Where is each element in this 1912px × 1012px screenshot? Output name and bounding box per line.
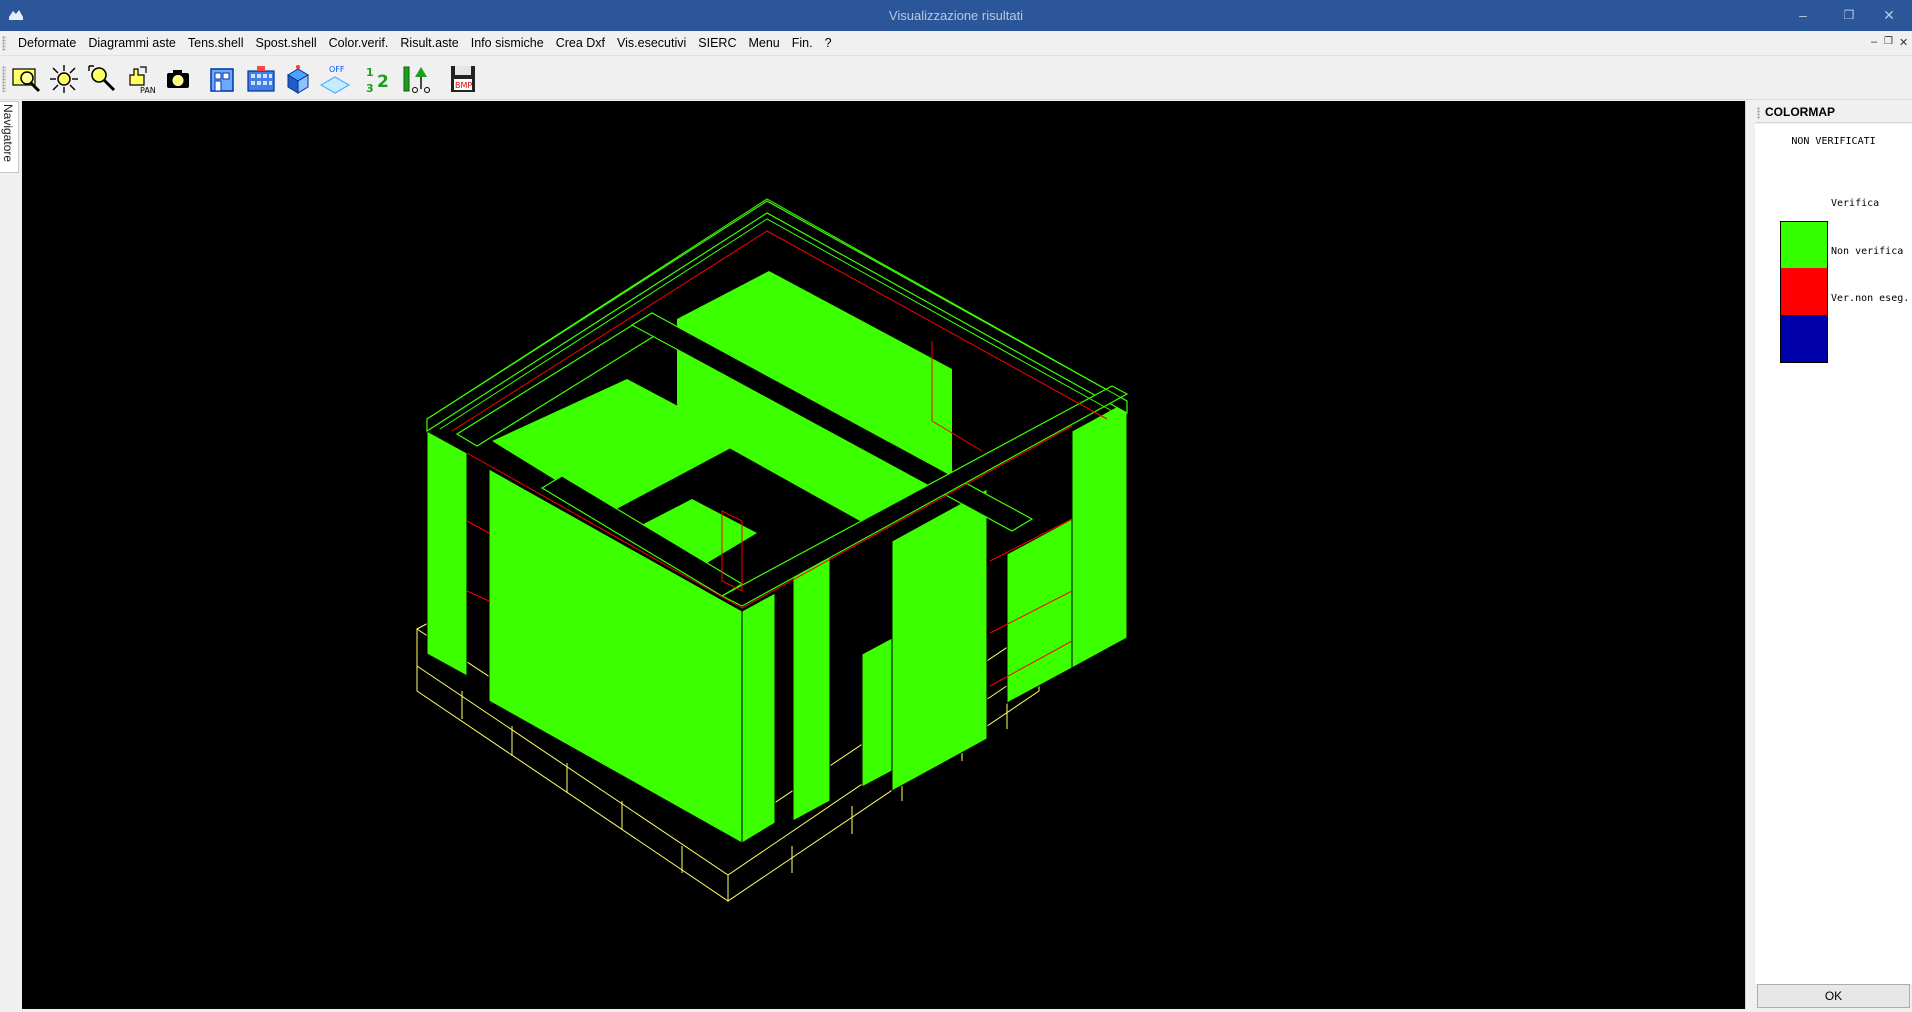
camera-icon[interactable] (161, 62, 195, 96)
menu-deformate[interactable]: Deformate (12, 31, 82, 56)
save-bmp-icon[interactable]: BMP (446, 62, 480, 96)
mdi-restore-button[interactable]: ❐ (1884, 36, 1893, 47)
colormap-body: NON VERIFICATI Verifica Non verifica Ver… (1755, 124, 1912, 984)
off-layer-icon[interactable]: OFF (318, 62, 352, 96)
3d-view-icon[interactable] (281, 62, 315, 96)
navigator-tab[interactable]: Navigatore (0, 101, 19, 173)
colormap-grip[interactable] (1757, 107, 1760, 119)
legend-label-ver-non-eseg: Ver.non eseg. (1831, 293, 1910, 304)
ok-button[interactable]: OK (1757, 984, 1910, 1008)
off-label: OFF (329, 65, 345, 74)
menu-crea-dxf[interactable]: Crea Dxf (550, 31, 611, 56)
menu-diagrammi-aste[interactable]: Diagrammi aste (82, 31, 182, 56)
colormap-panel: COLORMAP NON VERIFICATI Verifica Non ver… (1755, 101, 1912, 1009)
legend-swatch-non-verifica (1780, 268, 1828, 316)
num-three-label: 3 (366, 82, 374, 95)
panel-splitter[interactable] (1745, 101, 1755, 1009)
menu-tens-shell[interactable]: Tens.shell (182, 31, 250, 56)
zoom-in-icon[interactable] (85, 62, 119, 96)
minimize-button[interactable]: – (1780, 0, 1826, 31)
structure-3d-view[interactable] (22, 101, 1745, 1009)
menu-help[interactable]: ? (819, 31, 838, 56)
menu-spost-shell[interactable]: Spost.shell (249, 31, 322, 56)
mdi-minimize-button[interactable]: – (1871, 36, 1877, 48)
pan-label: PAN (140, 86, 156, 95)
axes-icon[interactable] (400, 62, 434, 96)
menu-grip[interactable] (2, 36, 6, 51)
pan-icon[interactable]: PAN (123, 62, 157, 96)
legend-label-non-verifica: Non verifica (1831, 246, 1904, 257)
left-strip (0, 173, 22, 1009)
numbering-icon[interactable]: 123 (362, 62, 396, 96)
menu-color-verif[interactable]: Color.verif. (323, 31, 395, 56)
menu-bar: Deformate Diagrammi aste Tens.shell Spos… (0, 31, 1912, 56)
num-two-label: 2 (377, 72, 389, 92)
legend-swatch-verifica (1780, 221, 1828, 269)
title-bar: Visualizzazione risultati – ❐ ✕ (0, 0, 1912, 31)
model-viewport[interactable] (22, 101, 1745, 1009)
menu-risult-aste[interactable]: Risult.aste (394, 31, 464, 56)
menu-fin[interactable]: Fin. (786, 31, 819, 56)
navigator-label: Navigatore (1, 104, 15, 163)
toolbar: PAN OFF 123 BMP (0, 57, 1912, 100)
mdi-close-button[interactable]: ✕ (1899, 36, 1908, 49)
zoom-window-icon[interactable] (10, 62, 44, 96)
colormap-subtitle: NON VERIFICATI (1791, 136, 1876, 147)
close-button[interactable]: ✕ (1866, 0, 1912, 31)
colormap-header: COLORMAP (1755, 101, 1912, 123)
window-title: Visualizzazione risultati (888, 8, 1024, 23)
menu-vis-esecutivi[interactable]: Vis.esecutivi (611, 31, 692, 56)
menu-menu[interactable]: Menu (742, 31, 785, 56)
colormap-title: COLORMAP (1765, 105, 1835, 119)
zoom-extents-icon[interactable] (47, 62, 81, 96)
menu-sierc[interactable]: SIERC (692, 31, 742, 56)
building-view-icon[interactable] (244, 62, 278, 96)
legend-label-verifica: Verifica (1831, 198, 1880, 209)
toolbar-grip[interactable] (2, 66, 6, 92)
num-one-label: 1 (366, 66, 374, 79)
front-view-icon[interactable] (206, 62, 240, 96)
bmp-label: BMP (455, 81, 472, 90)
legend-swatch-ver-non-eseg (1780, 315, 1828, 363)
menu-info-sismiche[interactable]: Info sismiche (465, 31, 550, 56)
